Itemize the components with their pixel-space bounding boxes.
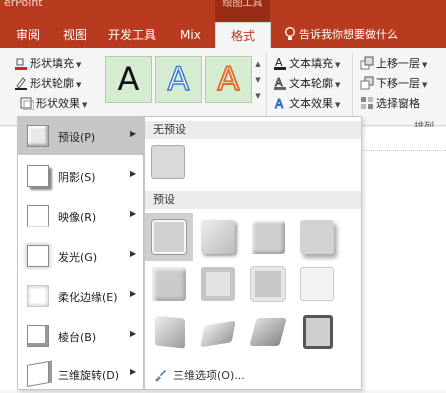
preset-7[interactable] <box>251 267 285 301</box>
text-effects-label: 文本效果 <box>289 97 333 110</box>
send-backward-icon <box>360 76 374 90</box>
tab-view[interactable]: 视图 <box>63 22 87 48</box>
menu-item-shadow[interactable]: 阴影(S) ▶ <box>18 157 143 195</box>
selection-pane-label: 选择窗格 <box>376 97 420 110</box>
preset-9[interactable] <box>155 315 185 349</box>
selection-pane-icon <box>360 96 374 110</box>
menu-item-3d-rotation[interactable]: 三维旋转(D) ▶ <box>18 355 143 393</box>
submenu-arrow-icon: ▶ <box>130 329 137 338</box>
menu-item-soft-edges[interactable]: 柔化边缘(E) ▶ <box>18 277 143 315</box>
submenu-arrow-icon: ▶ <box>130 209 137 218</box>
preset-10[interactable] <box>200 320 236 348</box>
menu-item-preset-label: 预设(P) <box>58 131 96 144</box>
bevel-thumb-icon <box>27 325 49 347</box>
wordart-style-orange-outline[interactable]: A <box>205 56 252 103</box>
shape-effects-button[interactable]: 形状效果 ▼ <box>20 94 87 114</box>
shape-outline-label: 形状轮廓 <box>30 77 74 90</box>
3d-options-label: 三维选项(O)... <box>173 369 245 382</box>
menu-item-3d-rotation-label: 三维旋转(D) <box>58 369 120 382</box>
bring-forward-button[interactable]: 上移一层 ▼ <box>360 54 427 74</box>
text-fill-icon: A <box>273 56 287 70</box>
menu-item-reflection-label: 映像(R) <box>58 211 97 224</box>
tab-mix[interactable]: Mix <box>180 22 201 48</box>
drawing-tools-context-label: 绘图工具 <box>215 0 270 22</box>
preset-thumb-icon <box>27 125 49 147</box>
text-outline-button[interactable]: A 文本轮廓 ▼ <box>273 74 340 94</box>
pencil-icon <box>14 76 28 90</box>
tab-developer[interactable]: 开发工具 <box>108 22 156 48</box>
text-effects-icon: A <box>273 96 287 112</box>
app-title: erPoint <box>4 0 43 9</box>
ribbon-tabs: 审阅 视图 开发工具 Mix 格式 告诉我你想要做什么 <box>0 22 446 48</box>
preset-6[interactable] <box>201 267 235 301</box>
text-effects-button[interactable]: A 文本效果 ▼ <box>273 94 341 114</box>
bring-forward-icon <box>360 56 374 70</box>
reflection-thumb-icon <box>27 205 49 227</box>
preset-12[interactable] <box>303 315 333 349</box>
text-outline-label: 文本轮廓 <box>289 77 333 90</box>
svg-text:A: A <box>275 97 284 110</box>
paint-bucket-icon <box>14 56 28 70</box>
preset-gallery-panel: 无预设 预设 三维选项(O)... <box>144 116 362 390</box>
menu-item-glow-label: 发光(G) <box>58 251 98 264</box>
bring-forward-label: 上移一层 <box>376 57 420 70</box>
3d-options-link[interactable]: 三维选项(O)... <box>145 363 361 389</box>
menu-item-shadow-label: 阴影(S) <box>58 171 96 184</box>
ribbon-separator <box>266 52 267 122</box>
ribbon-separator <box>352 52 353 122</box>
tell-me-box[interactable]: 告诉我你想要做什么 <box>284 22 398 48</box>
3d-rotation-thumb-icon <box>27 361 49 387</box>
shape-effects-label: 形状效果 <box>36 97 80 110</box>
glow-thumb-icon <box>27 245 49 267</box>
preset-11[interactable] <box>249 318 287 346</box>
submenu-arrow-icon: ▶ <box>130 129 137 138</box>
text-fill-label: 文本填充 <box>289 57 333 70</box>
submenu-arrow-icon: ▶ <box>130 249 137 258</box>
preset-1[interactable] <box>152 220 186 254</box>
send-backward-label: 下移一层 <box>376 77 420 90</box>
submenu-arrow-icon: ▶ <box>130 169 137 178</box>
menu-item-glow[interactable]: 发光(G) ▶ <box>18 237 143 275</box>
lightbulb-icon <box>285 27 295 40</box>
wordart-style-black[interactable]: A <box>105 56 152 103</box>
shape-effects-icon <box>20 96 35 111</box>
soft-edges-thumb-icon <box>27 285 49 307</box>
send-backward-button[interactable]: 下移一层 ▼ <box>360 74 427 94</box>
menu-item-reflection[interactable]: 映像(R) ▶ <box>18 197 143 235</box>
text-outline-icon: A <box>273 76 287 90</box>
menu-item-bevel-label: 棱台(B) <box>58 331 97 344</box>
tab-format[interactable]: 格式 <box>215 22 271 48</box>
wordart-style-blue-outline[interactable]: A <box>155 56 202 103</box>
menu-item-bevel[interactable]: 棱台(B) ▶ <box>18 317 143 355</box>
shadow-thumb-icon <box>27 165 49 187</box>
shape-outline-button[interactable]: 形状轮廓 ▼ <box>14 74 81 94</box>
text-fill-button[interactable]: A 文本填充 ▼ <box>273 54 340 74</box>
paint-brush-icon <box>153 366 167 382</box>
preset-3[interactable] <box>251 220 285 254</box>
submenu-arrow-icon: ▶ <box>130 289 137 298</box>
no-preset-swatch[interactable] <box>151 145 185 179</box>
preset-8[interactable] <box>300 267 334 301</box>
title-bar: erPoint 绘图工具 <box>0 0 446 22</box>
preset-4[interactable] <box>300 220 334 254</box>
submenu-arrow-icon: ▶ <box>130 367 137 376</box>
ruler-guide <box>360 150 446 151</box>
preset-header: 预设 <box>145 191 361 209</box>
preset-2[interactable] <box>201 220 235 254</box>
selection-pane-button[interactable]: 选择窗格 <box>360 94 420 114</box>
menu-item-soft-edges-label: 柔化边缘(E) <box>58 291 118 304</box>
tell-me-text: 告诉我你想要做什么 <box>299 28 398 41</box>
ribbon-format: 形状填充 ▼ 形状轮廓 ▼ 形状效果 ▼ A A A ▲ ▼ ▼ A 文本填充 ▼ A 文本轮廓… <box>0 48 446 133</box>
preset-5[interactable] <box>152 267 186 301</box>
tab-review[interactable]: 审阅 <box>16 22 40 48</box>
menu-item-preset[interactable]: 预设(P) ▶ <box>18 117 143 155</box>
no-preset-header: 无预设 <box>145 121 361 139</box>
shape-fill-label: 形状填充 <box>30 57 74 70</box>
wordart-gallery-scroll[interactable]: ▲ ▼ ▼ <box>253 56 263 103</box>
shape-fill-button[interactable]: 形状填充 ▼ <box>14 54 81 74</box>
shape-effects-menu: 预设(P) ▶ 阴影(S) ▶ 映像(R) ▶ 发光(G) ▶ 柔化边缘(E) … <box>17 116 144 390</box>
